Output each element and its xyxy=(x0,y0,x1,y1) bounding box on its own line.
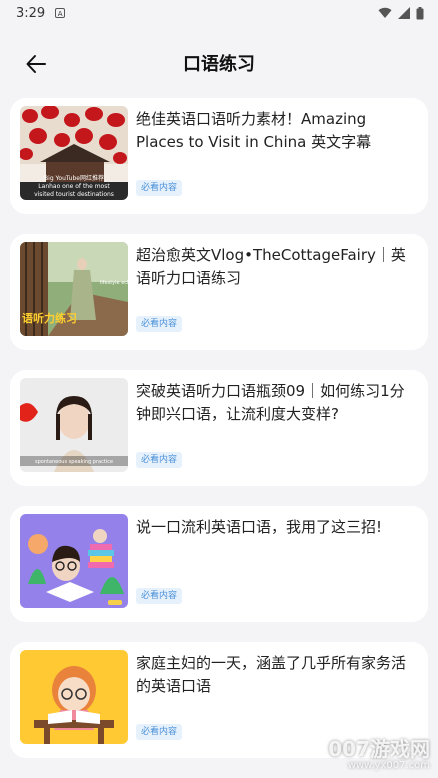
svg-text:语听力练习: 语听力练习 xyxy=(22,311,77,325)
svg-text:spontaneous speaking practice: spontaneous speaking practice xyxy=(35,459,113,465)
notification-icon: A xyxy=(55,8,66,18)
tag-badge: 必看内容 xyxy=(136,452,183,468)
tag-badge: 必看内容 xyxy=(136,724,183,740)
tag-badge: 必看内容 xyxy=(136,588,183,604)
video-thumbnail xyxy=(20,514,128,608)
status-time: 3:29 xyxy=(16,5,46,21)
site-watermark: 007游戏网 www.yx007.com xyxy=(300,738,430,772)
back-button[interactable] xyxy=(22,50,50,78)
page-title: 口语练习 xyxy=(183,54,255,75)
list-item-amazing-places[interactable]: Big YouTube网红推荐 Lanhao one of the most v… xyxy=(10,98,428,214)
list-item-three-tips[interactable]: 说一口流利英语口语，我用了这三招! 必看内容 xyxy=(10,506,428,622)
video-list: Big YouTube网红推荐 Lanhao one of the most v… xyxy=(10,98,428,778)
video-title: 说一口流利英语口语，我用了这三招! xyxy=(136,518,383,536)
video-title: 绝佳英语口语听力素材！Amazing Places to Visit in Ch… xyxy=(136,110,372,151)
status-bar: 3:29 A xyxy=(0,0,438,26)
watermark-brand: 007游戏网 xyxy=(328,737,430,761)
tag-badge: 必看内容 xyxy=(136,180,183,196)
svg-text:lifestyle ech: lifestyle ech xyxy=(100,280,128,286)
app-bar: 口语练习 xyxy=(0,40,438,86)
list-item-speaking-bottleneck[interactable]: spontaneous speaking practice 突破英语听力口语瓶颈… xyxy=(10,370,428,486)
tag-badge: 必看内容 xyxy=(136,316,183,332)
video-title: 家庭主妇的一天，涵盖了几乎所有家务活的英语口语 xyxy=(136,654,407,695)
svg-text:Lanhao one of the most: Lanhao one of the most xyxy=(38,183,110,190)
battery-icon xyxy=(416,6,424,19)
video-thumbnail xyxy=(20,650,128,744)
arrow-left-icon xyxy=(26,55,46,73)
video-thumbnail: Big YouTube网红推荐 Lanhao one of the most v… xyxy=(20,106,128,200)
watermark-url: www.yx007.com xyxy=(347,760,430,771)
video-thumbnail: lifestyle ech 语听力练习 xyxy=(20,242,128,336)
signal-icon xyxy=(398,7,410,19)
list-item-cottage-fairy[interactable]: lifestyle ech 语听力练习 超治愈英文Vlog•TheCottage… xyxy=(10,234,428,350)
video-title: 突破英语听力口语瓶颈09｜如何练习1分钟即兴口语，让流利度大变样? xyxy=(136,382,405,423)
svg-text:visited tourist destinations: visited tourist destinations xyxy=(34,191,114,198)
wifi-icon xyxy=(378,7,392,19)
svg-text:Big YouTube网红推荐: Big YouTube网红推荐 xyxy=(44,174,104,182)
video-title: 超治愈英文Vlog•TheCottageFairy｜英语听力口语练习 xyxy=(136,246,406,287)
video-thumbnail: spontaneous speaking practice xyxy=(20,378,128,472)
